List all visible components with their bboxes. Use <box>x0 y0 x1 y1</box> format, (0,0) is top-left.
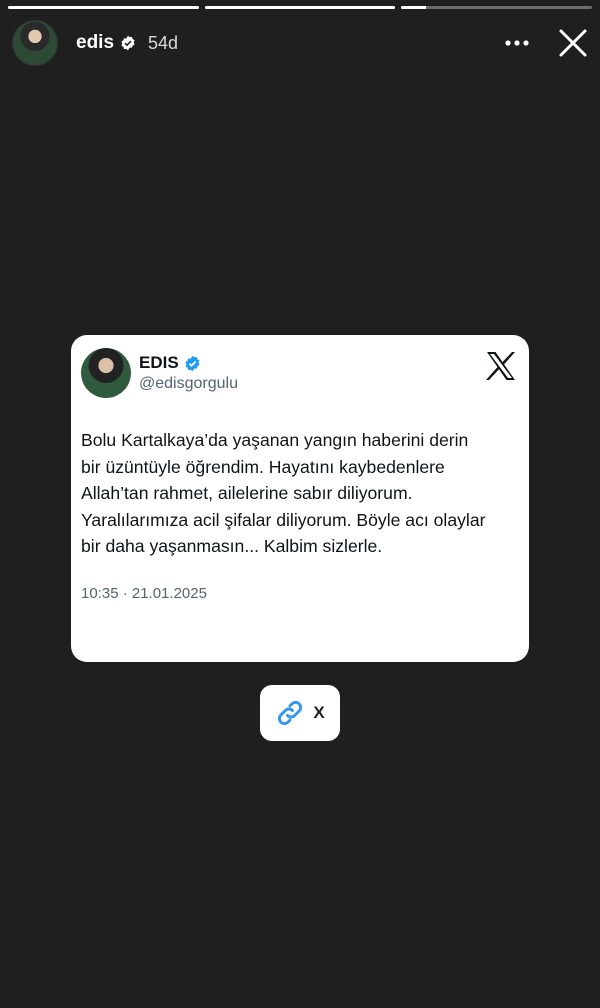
tweet-text-line: Bolu Kartalkaya’da yaşanan yangın haberi… <box>81 430 469 450</box>
tweet-text-line: bir daha yaşanmasın... Kalbim sizlerle. <box>81 536 383 556</box>
tweet-card[interactable]: EDIS @edisgorgulu Bolu Kartalkaya’da yaş… <box>71 335 529 662</box>
more-options-icon[interactable] <box>502 33 532 53</box>
avatar[interactable] <box>12 20 58 66</box>
tweet-text-line: Allah’tan rahmet, ailelerine sabır diliy… <box>81 483 413 503</box>
segment-fill <box>401 6 427 9</box>
story-segment-2 <box>204 6 396 9</box>
link-sticker[interactable]: X <box>260 685 340 741</box>
story-segment-3 <box>401 6 593 9</box>
story-time: 54d <box>148 32 179 53</box>
tweet-author: EDIS <box>139 353 201 373</box>
tweet-avatar <box>81 348 131 398</box>
tweet-timestamp: 10:35 · 21.01.2025 <box>81 585 207 602</box>
x-logo-icon <box>485 350 517 382</box>
segment-fill <box>8 6 199 9</box>
story-header: edis 54d <box>12 20 590 66</box>
link-sticker-label: X <box>313 703 325 722</box>
verified-badge-icon <box>184 355 201 372</box>
tweet-text-line: Yaralılarımıza acil şifalar diliyorum. B… <box>81 509 486 530</box>
link-icon <box>275 698 305 728</box>
segment-fill <box>204 6 396 9</box>
verified-badge-icon <box>120 35 136 51</box>
tweet-display-name: EDIS <box>139 353 179 372</box>
tweet-text: Bolu Kartalkaya’da yaşanan yangın haberi… <box>81 427 521 560</box>
story-progress-bar <box>8 6 593 9</box>
username[interactable]: edis <box>76 32 114 54</box>
close-icon[interactable] <box>556 26 590 60</box>
tweet-text-line: bir üzüntüyle öğrendim. Hayatını kaybede… <box>81 456 445 477</box>
story-segment-1 <box>8 6 199 9</box>
tweet-handle: @edisgorgulu <box>139 375 238 392</box>
